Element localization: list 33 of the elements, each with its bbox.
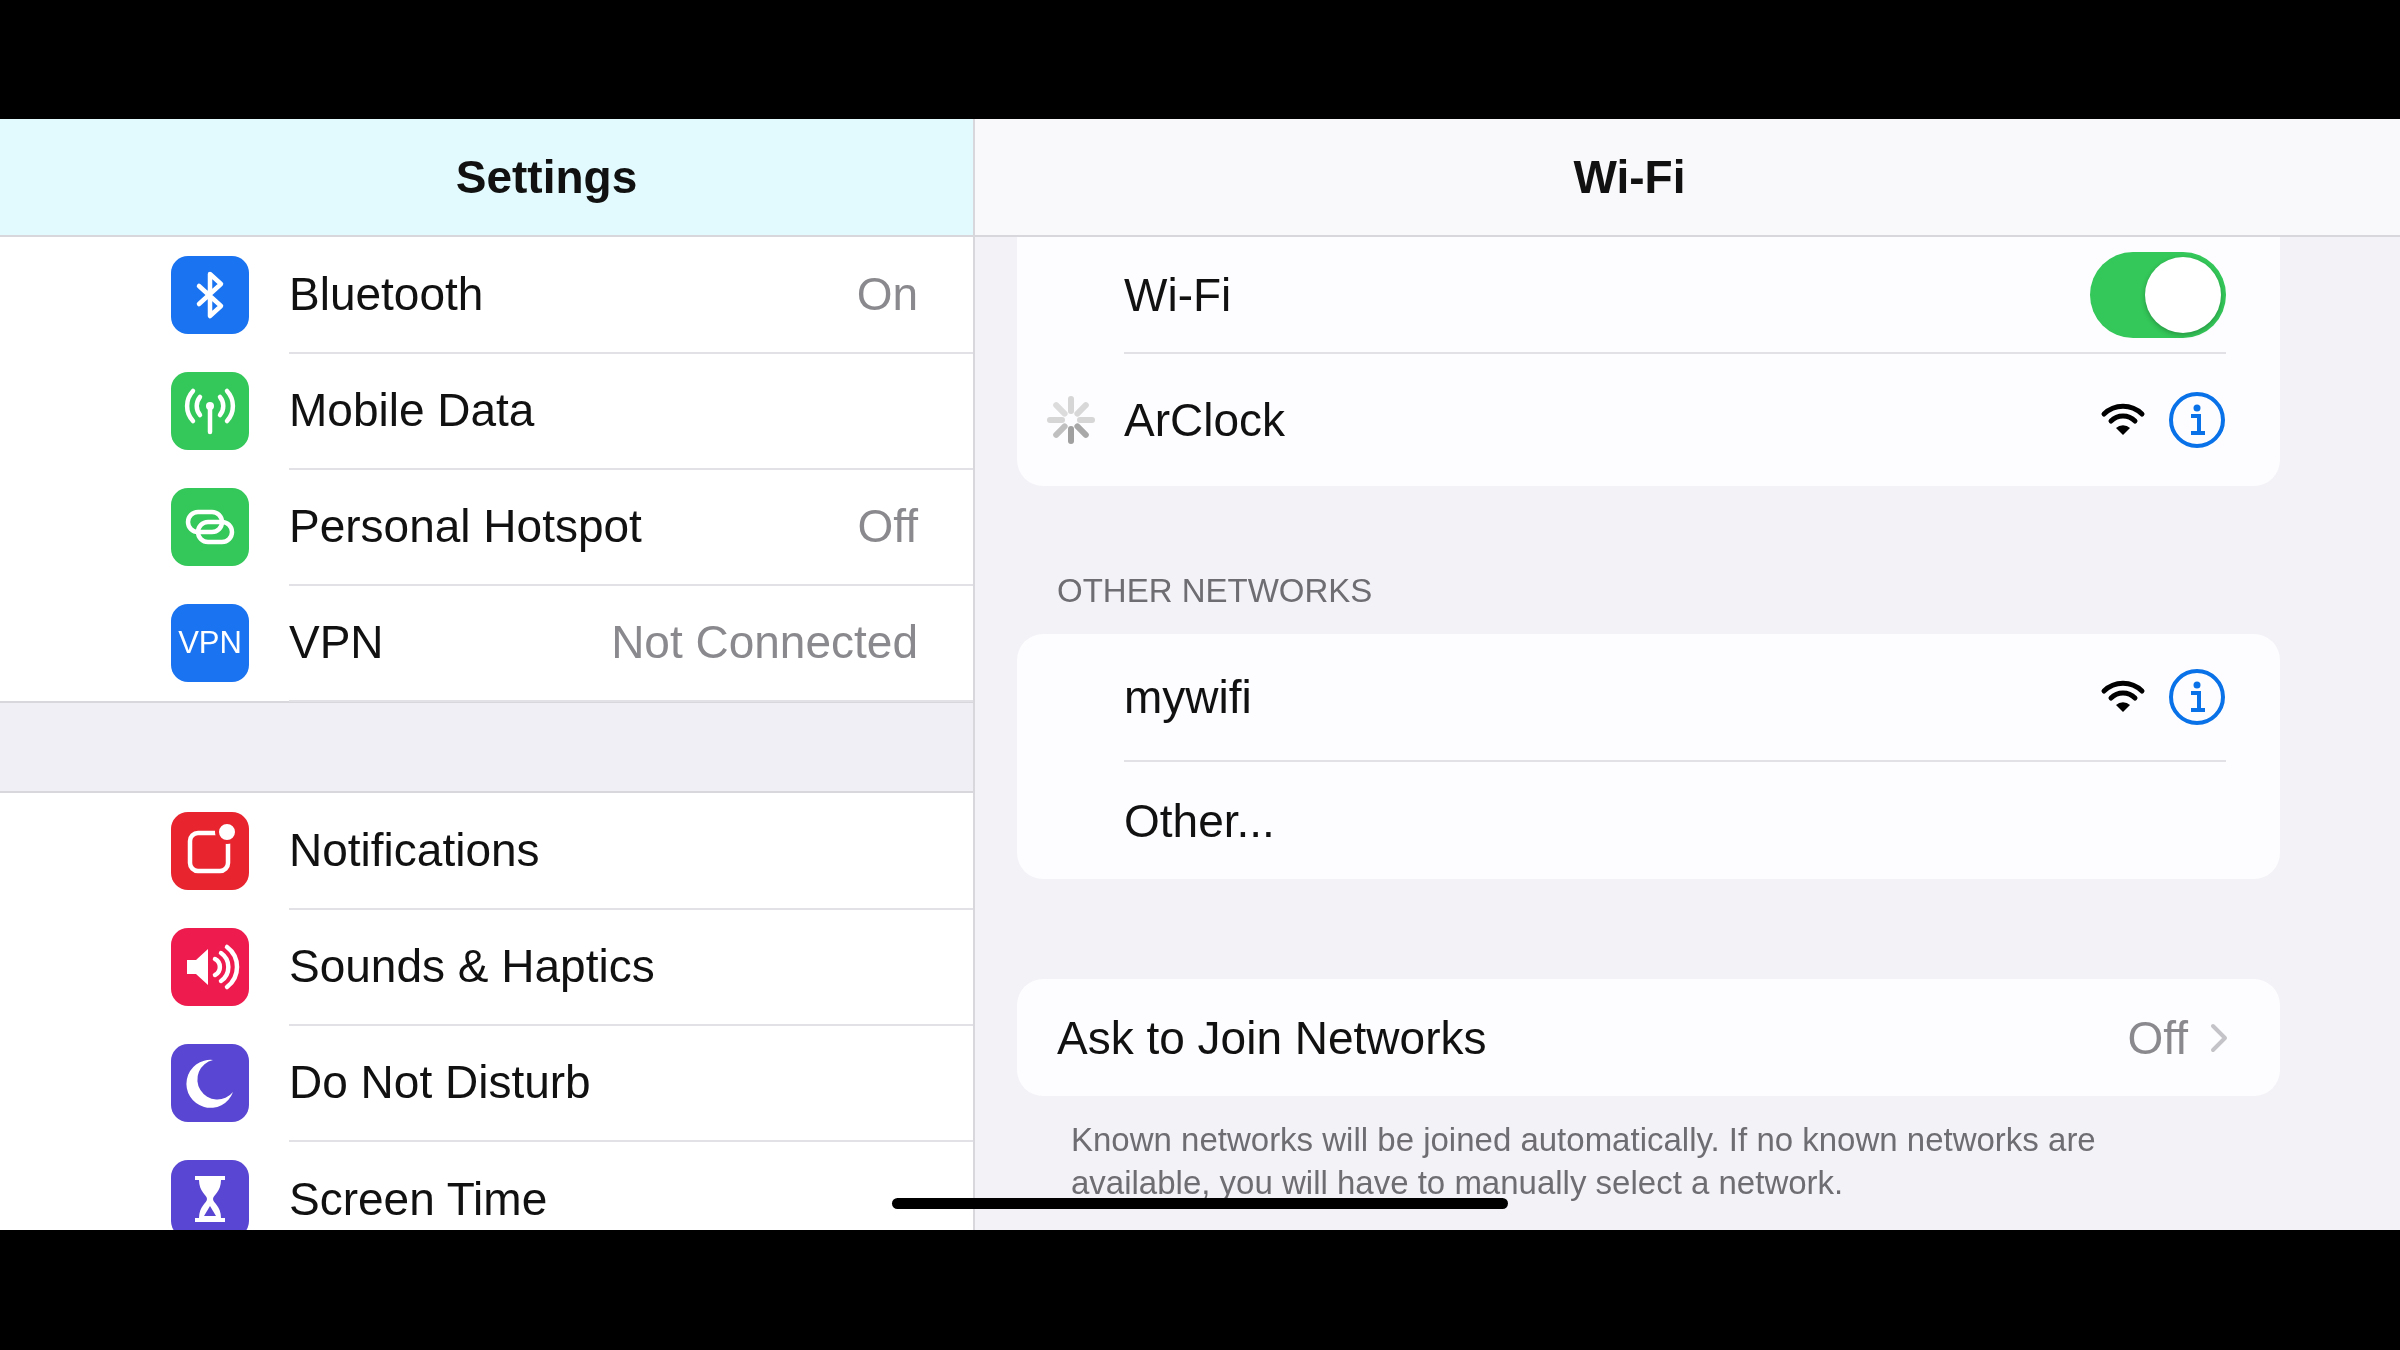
antenna-icon (171, 372, 249, 450)
status-value: Not Connected (611, 615, 918, 669)
setting-value: Off (2127, 1010, 2188, 1065)
bluetooth-icon (171, 256, 249, 334)
status-value: Off (857, 499, 918, 553)
vpn-icon: VPN (171, 604, 249, 682)
network-name[interactable]: ArClock (1124, 393, 2078, 447)
menu-item[interactable]: Sounds & Haptics (289, 939, 918, 993)
info-icon[interactable] (2168, 391, 2226, 449)
menu-item[interactable]: VPN (289, 615, 612, 669)
page-title: Wi-Fi (1573, 150, 1686, 204)
network-name[interactable]: mywifi (1124, 670, 2078, 724)
menu-item[interactable]: Screen Time (289, 1172, 918, 1226)
menu-item[interactable]: Mobile Data (289, 383, 918, 437)
section-header: OTHER NETWORKS (1056, 571, 1374, 611)
wifi-signal-icon (2100, 402, 2146, 438)
other-network-item[interactable]: Other... (1124, 793, 2226, 848)
speaker-icon (171, 928, 249, 1006)
menu-item[interactable]: Personal Hotspot (289, 499, 858, 553)
wifi-label: Wi-Fi (1124, 267, 1233, 322)
menu-item[interactable]: Do Not Disturb (289, 1055, 918, 1109)
info-icon[interactable] (2168, 668, 2226, 726)
linked-rings-icon (171, 488, 249, 566)
wifi-signal-icon (2100, 679, 2146, 715)
status-value: On (856, 267, 918, 321)
menu-item[interactable]: Bluetooth (289, 267, 857, 321)
menu-item[interactable]: Notifications (289, 823, 918, 877)
chevron-icon (2210, 1022, 2228, 1053)
notification-icon (171, 812, 249, 890)
sidebar-title: Settings (455, 150, 638, 204)
footer-note: Known networks will be joined automatically. If no known networks are available, you will have to manually select a network. (1070, 1120, 2097, 1203)
setting-label[interactable]: Ask to Join Networks (1057, 1010, 2128, 1065)
moon-icon (171, 1044, 249, 1122)
